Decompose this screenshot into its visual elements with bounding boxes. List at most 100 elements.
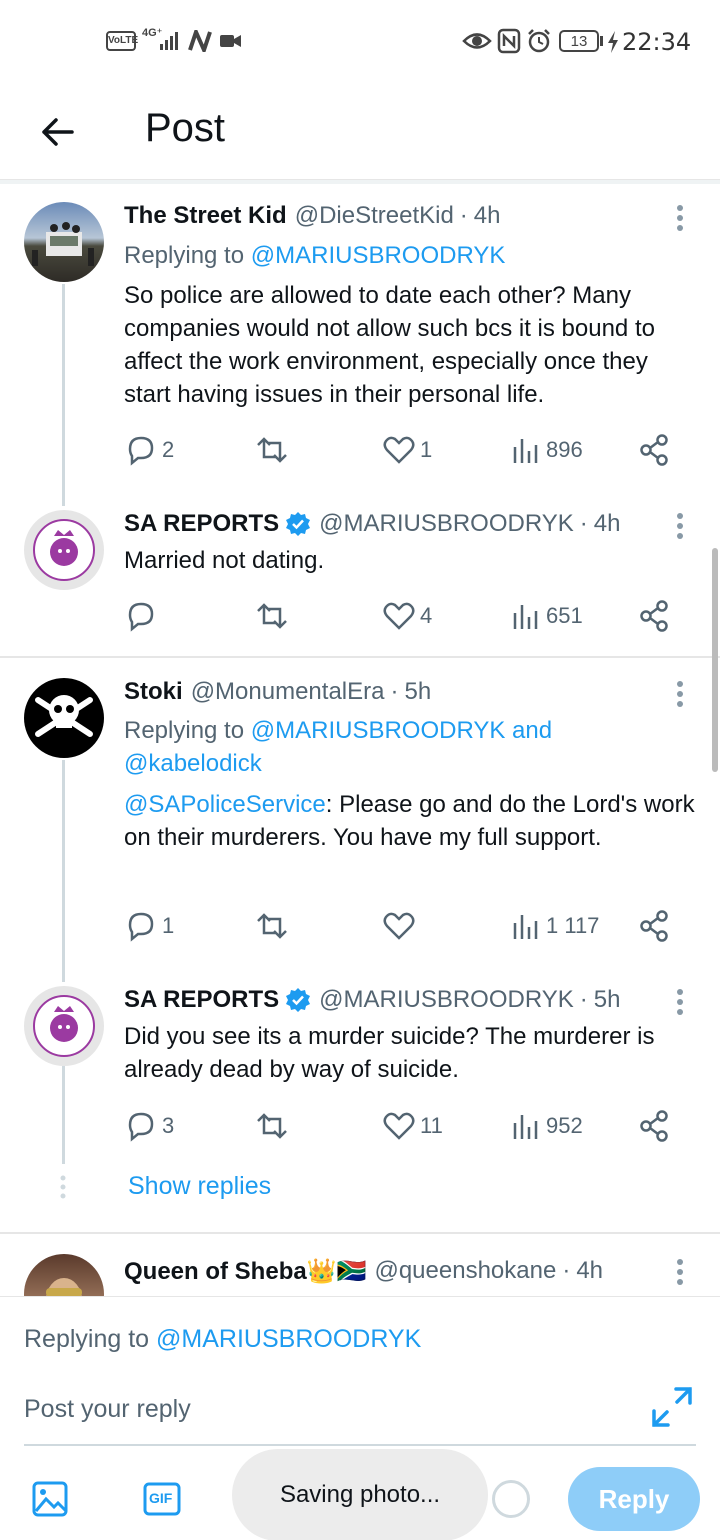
like-action[interactable]: 1: [382, 430, 432, 470]
reply-input[interactable]: [24, 1389, 624, 1429]
display-name[interactable]: The Street Kid: [124, 202, 287, 230]
more-vertical-icon: [677, 681, 683, 707]
display-name[interactable]: SA REPORTS: [124, 986, 279, 1014]
views-action[interactable]: 952: [512, 1106, 583, 1146]
timestamp[interactable]: 4h: [474, 202, 501, 230]
top-app-bar: Post: [0, 84, 720, 180]
sa-reports-logo: [33, 995, 95, 1057]
display-name[interactable]: SA REPORTS: [124, 510, 279, 538]
more-button[interactable]: [662, 676, 698, 712]
user-handle[interactable]: @MARIUSBROODRYK: [319, 510, 574, 538]
like-action[interactable]: [382, 906, 416, 946]
add-image-button[interactable]: [28, 1477, 72, 1521]
verified-badge-icon: [286, 988, 311, 1012]
more-button[interactable]: [662, 508, 698, 544]
more-button[interactable]: [662, 200, 698, 236]
tweet-header: Stoki @MonumentalEra · 5h: [124, 675, 431, 709]
reply-button[interactable]: Reply: [568, 1467, 700, 1531]
more-vertical-icon: [677, 513, 683, 539]
more-button[interactable]: [662, 1254, 698, 1290]
video-icon: [220, 35, 241, 47]
display-name[interactable]: Queen of Sheba👑🇿🇦: [124, 1257, 366, 1286]
reply-count: 3: [162, 1113, 175, 1138]
composer-divider: [24, 1444, 696, 1446]
mention-link[interactable]: @MARIUSBROODRYK: [251, 242, 506, 269]
avatar[interactable]: [24, 986, 104, 1066]
reply-action[interactable]: 2: [124, 430, 174, 470]
like-action[interactable]: 11: [382, 1106, 443, 1146]
tweet-header: SA REPORTS @MARIUSBROODRYK · 5h: [124, 983, 620, 1017]
tweet-header: SA REPORTS @MARIUSBROODRYK · 4h: [124, 507, 620, 541]
replying-prefix: Replying to: [124, 717, 251, 744]
views-action[interactable]: 651: [512, 596, 583, 636]
tweet-1[interactable]: The Street Kid @DieStreetKid · 4h Replyi…: [0, 184, 720, 484]
share-action[interactable]: [638, 430, 672, 470]
repost-action[interactable]: [254, 596, 290, 636]
separator: ·: [459, 202, 468, 229]
like-count: 4: [420, 603, 433, 628]
tweet-actions: 3 11 952: [124, 1106, 680, 1146]
user-handle[interactable]: @DieStreetKid: [295, 202, 454, 230]
views-action[interactable]: 896: [512, 430, 583, 470]
timestamp[interactable]: 5h: [404, 678, 431, 706]
reply-action[interactable]: 1: [124, 906, 174, 946]
separator: ·: [562, 1257, 571, 1284]
gif-label: GIF: [149, 1490, 173, 1506]
separator: ·: [390, 678, 399, 705]
repost-icon: [257, 603, 287, 629]
more-vertical-icon: [677, 989, 683, 1015]
expand-button[interactable]: [650, 1385, 694, 1429]
timestamp[interactable]: 5h: [594, 986, 621, 1014]
avatar[interactable]: [24, 202, 104, 282]
like-action[interactable]: 4: [382, 596, 432, 636]
tweet-header: The Street Kid @DieStreetKid · 4h: [124, 199, 501, 233]
share-action[interactable]: [638, 596, 672, 636]
tweet-actions: 4 651: [124, 596, 680, 636]
mention-link[interactable]: @MARIUSBROODRYK and: [251, 717, 552, 744]
mention-link[interactable]: @MARIUSBROODRYK: [156, 1325, 421, 1353]
tweet-3[interactable]: Stoki @MonumentalEra · 5h Replying to @M…: [0, 662, 720, 962]
repost-icon: [257, 437, 287, 463]
avatar[interactable]: [24, 510, 104, 590]
like-count: 11: [420, 1113, 443, 1138]
reply-count: 1: [162, 913, 175, 938]
tweet-4[interactable]: SA REPORTS @MARIUSBROODRYK · 5h Did you …: [0, 970, 720, 1170]
more-button[interactable]: [662, 984, 698, 1020]
like-count: 1: [420, 437, 433, 462]
timestamp[interactable]: 4h: [576, 1257, 603, 1285]
mention-link[interactable]: @kabelodick: [124, 750, 262, 777]
display-name[interactable]: Stoki: [124, 678, 183, 706]
user-handle[interactable]: @queenshokane: [374, 1257, 556, 1285]
reply-action[interactable]: [124, 596, 158, 636]
like-icon: [383, 436, 415, 464]
share-action[interactable]: [638, 906, 672, 946]
repost-action[interactable]: [254, 1106, 290, 1146]
user-handle[interactable]: @MARIUSBROODRYK: [319, 986, 574, 1014]
share-action[interactable]: [638, 1106, 672, 1146]
view-count: 1 117: [546, 913, 600, 938]
add-gif-button[interactable]: GIF: [140, 1477, 184, 1521]
user-handle[interactable]: @MonumentalEra: [191, 678, 385, 706]
back-button[interactable]: [30, 104, 86, 160]
avatar[interactable]: [24, 1254, 104, 1296]
scrollbar[interactable]: [712, 548, 718, 772]
mention-link[interactable]: @SAPoliceService: [124, 791, 326, 818]
reply-icon: [128, 436, 154, 466]
share-icon: [640, 600, 668, 632]
reply-action[interactable]: 3: [124, 1106, 174, 1146]
show-replies-link[interactable]: Show replies: [128, 1172, 271, 1201]
avatar[interactable]: [24, 678, 104, 758]
battery-tip: [600, 36, 603, 46]
tweet-2[interactable]: SA REPORTS @MARIUSBROODRYK · 4h Married …: [0, 494, 720, 654]
repost-action[interactable]: [254, 906, 290, 946]
reply-icon: [128, 912, 154, 942]
views-action[interactable]: 1 117: [512, 906, 599, 946]
reply-composer: Replying to @MARIUSBROODRYK GIF Saving p…: [0, 1296, 720, 1540]
views-icon: [513, 605, 538, 629]
tweet-5[interactable]: Queen of Sheba👑🇿🇦 @queenshokane · 4h: [0, 1238, 720, 1296]
expand-icon: [652, 1387, 692, 1427]
repost-icon: [257, 1113, 287, 1139]
timestamp[interactable]: 4h: [594, 510, 621, 538]
replying-to: Replying to @MARIUSBROODRYK and @kabelodi…: [124, 714, 704, 780]
repost-action[interactable]: [254, 430, 290, 470]
